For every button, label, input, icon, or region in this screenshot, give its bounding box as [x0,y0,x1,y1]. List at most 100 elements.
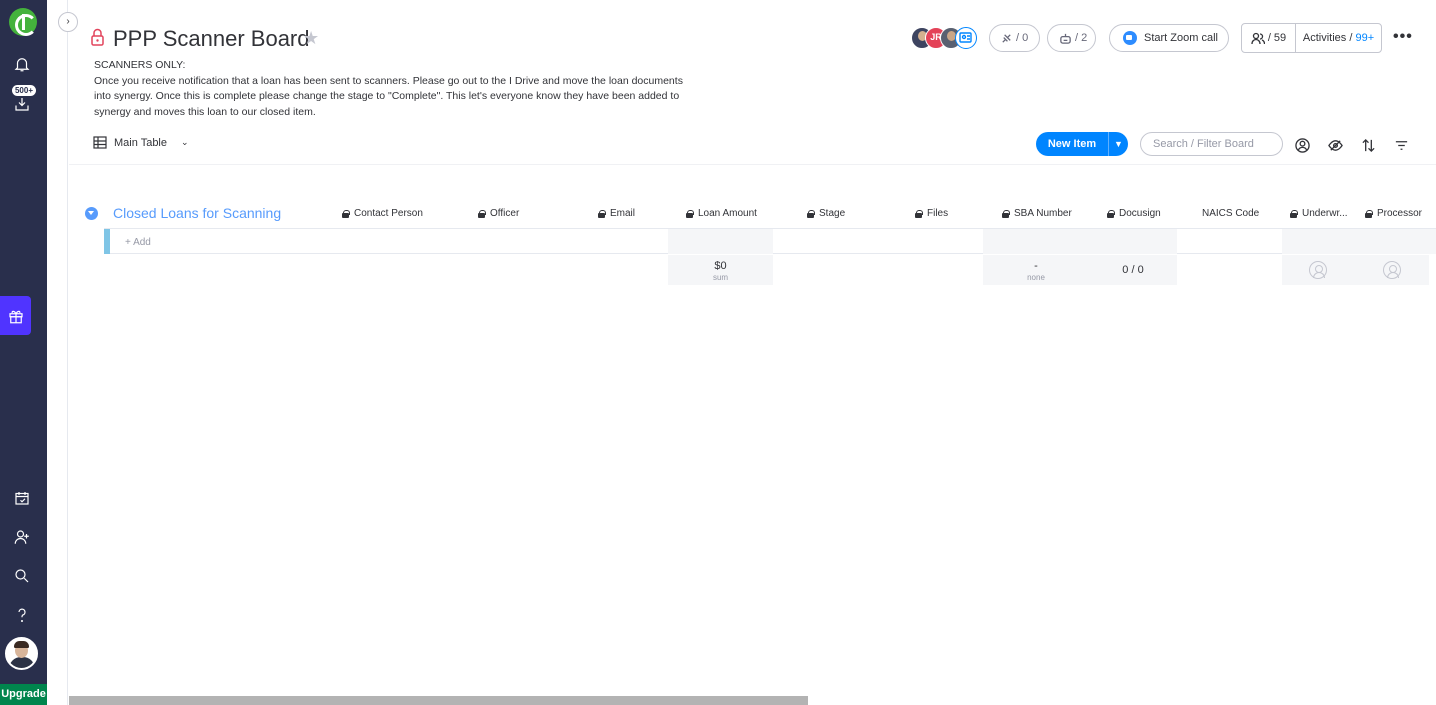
integrations-button[interactable]: / 0 [989,24,1040,52]
search-icon[interactable] [10,564,34,588]
loan-amount-cell [668,229,773,254]
page-title[interactable]: PPP Scanner Board [113,26,310,52]
logo-icon[interactable] [9,8,37,36]
chevron-down-icon[interactable]: ⌄ [181,137,189,148]
collapsed-board-panel [47,0,68,705]
gift-icon[interactable] [0,296,31,335]
column-header-loan-amount[interactable]: Loan Amount [686,208,757,219]
board-description[interactable]: SCANNERS ONLY: Once you receive notifica… [94,58,684,120]
activities-button[interactable]: Activities / 99+ [1296,32,1381,44]
favorite-star-icon[interactable]: ★ [303,28,319,49]
members-icon [1251,32,1265,44]
help-icon[interactable] [10,603,34,627]
summary-value: - [1034,260,1038,272]
lock-icon [1002,209,1010,218]
automations-button[interactable]: / 2 [1047,24,1096,52]
sort-icon[interactable] [1359,136,1377,154]
column-label: Stage [819,208,846,219]
person-filter-icon[interactable] [1293,136,1311,154]
app-root: 500+ Upgrade › PPP Scanner Board ★ SCANN… [0,0,1436,705]
group-collapse-icon[interactable] [85,207,98,220]
column-header-underwriter[interactable]: Underwr... [1290,208,1348,219]
column-header-docusign[interactable]: Docusign [1107,208,1161,219]
group-title[interactable]: Closed Loans for Scanning [113,205,281,221]
loan-amount-summary: $0 sum [668,255,773,285]
column-label: Email [610,208,636,219]
column-header-sba-number[interactable]: SBA Number [1002,208,1072,219]
inbox-icon[interactable] [10,92,34,116]
column-header-files[interactable]: Files [915,208,948,219]
summary-value: $0 [714,260,727,272]
bell-icon[interactable] [10,52,34,76]
zoom-icon [1123,31,1137,45]
column-label: Docusign [1119,208,1161,219]
column-label: Officer [490,208,520,219]
docusign-summary: 0 / 0 [1122,264,1144,276]
private-board-lock-icon [91,28,104,46]
sba-docusign-cell [983,229,1177,254]
add-item-row[interactable]: + Add [104,229,1436,254]
add-item-input[interactable]: + Add [125,237,151,248]
avatar[interactable] [5,637,38,670]
zoom-label: Start Zoom call [1144,32,1218,44]
lock-icon [807,209,815,218]
search-input[interactable]: Search / Filter Board [1140,132,1283,156]
people-cell [1282,229,1436,254]
activities-label: Activities / [1302,32,1353,44]
lock-icon [478,209,486,218]
lock-icon [1290,209,1298,218]
column-header-contact-person[interactable]: Contact Person [342,208,423,219]
column-header-naics-code[interactable]: NAICS Code [1202,208,1259,219]
group-color-bar [104,229,110,254]
start-zoom-call-button[interactable]: Start Zoom call [1109,24,1229,52]
my-work-icon[interactable] [10,486,34,510]
expand-panel-button[interactable]: › [58,12,78,32]
column-label: NAICS Code [1202,208,1260,219]
new-item-button[interactable]: New Item ▼ [1036,132,1128,156]
left-navigation: 500+ Upgrade [0,0,47,705]
table-icon [93,136,107,149]
horizontal-scrollbar[interactable] [69,696,808,705]
hide-columns-icon[interactable] [1326,136,1344,154]
more-options-icon[interactable]: ••• [1393,28,1413,46]
integrations-icon [1002,33,1011,43]
column-header-processor[interactable]: Processor [1365,208,1422,219]
column-label: Files [927,208,949,219]
divider [69,164,1436,165]
column-header-email[interactable]: Email [598,208,635,219]
automations-count: / 2 [1075,32,1088,44]
tab-main-table[interactable]: Main Table ⌄ [93,136,189,149]
upgrade-button[interactable]: Upgrade [0,684,47,705]
column-label: Processor [1377,208,1423,219]
column-header-officer[interactable]: Officer [478,208,519,219]
invite-user-icon[interactable] [10,525,34,549]
person-placeholder-icon [1383,261,1401,279]
column-label: SBA Number [1014,208,1072,219]
person-placeholder-icon [1309,261,1327,279]
column-label: Contact Person [354,208,423,219]
view-label: Main Table [114,136,167,149]
lock-icon [1365,209,1373,218]
lock-icon [1107,209,1115,218]
summary-label: none [1027,273,1045,282]
members-activity-group: / 59 Activities / 99+ [1241,23,1382,53]
integrations-count: / 0 [1016,32,1029,44]
members-count: / 59 [1267,32,1287,44]
column-label: Underwr... [1302,208,1348,219]
summary-label: sum [712,273,729,282]
board-description-text: SCANNERS ONLY: Once you receive notifica… [94,59,683,118]
members-button[interactable]: / 59 [1242,24,1296,52]
column-label: Loan Amount [698,208,757,219]
guest-avatar-icon [955,27,977,49]
filter-icon[interactable] [1392,136,1410,154]
activities-count: 99+ [1355,32,1375,44]
lock-icon [915,209,923,218]
column-header-stage[interactable]: Stage [807,208,845,219]
lock-icon [342,209,350,218]
chevron-down-icon[interactable]: ▼ [1108,132,1128,156]
people-summary [1282,255,1429,285]
robot-icon [1060,33,1071,44]
lock-icon [598,209,606,218]
lock-icon [686,209,694,218]
new-item-label: New Item [1047,138,1097,150]
